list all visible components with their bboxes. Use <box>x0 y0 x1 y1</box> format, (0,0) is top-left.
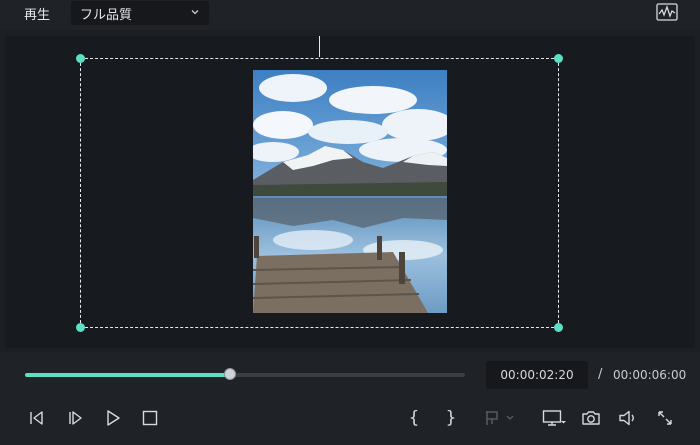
volume-button[interactable] <box>617 407 639 429</box>
playback-scrubber[interactable] <box>25 368 465 380</box>
total-time: 00:00:06:00 <box>613 368 687 382</box>
center-guide <box>319 36 320 57</box>
play-button[interactable] <box>102 407 124 429</box>
next-frame-icon <box>69 411 82 425</box>
stop-button[interactable] <box>139 407 161 429</box>
marker-icon <box>486 411 514 425</box>
video-frame-image <box>253 70 447 313</box>
resize-handle-bottom-left[interactable] <box>76 323 85 332</box>
scrubber-handle[interactable] <box>223 368 236 380</box>
play-icon <box>107 410 120 426</box>
mark-out-icon: } <box>445 408 457 428</box>
mark-in-icon: { <box>408 408 420 428</box>
stop-icon <box>142 410 158 426</box>
previous-frame-button[interactable] <box>26 407 48 429</box>
display-icon <box>542 410 566 426</box>
mark-out-button[interactable]: } <box>440 407 462 429</box>
resize-handle-bottom-right[interactable] <box>554 323 563 332</box>
quality-value: フル品質 <box>80 8 133 23</box>
camera-icon <box>582 411 600 425</box>
time-separator: / <box>598 367 603 382</box>
chevron-down-icon <box>191 10 199 15</box>
play-label: 再生 <box>24 8 51 23</box>
playback-progress <box>25 373 230 377</box>
quality-dropdown[interactable]: フル品質 <box>71 1 209 25</box>
resize-handle-top-right[interactable] <box>554 54 563 63</box>
mark-in-button[interactable]: { <box>403 407 425 429</box>
next-frame-button[interactable] <box>64 407 86 429</box>
current-time-field[interactable]: 00:00:02:20 <box>486 361 588 389</box>
top-bar: 再生 フル品質 <box>0 0 700 30</box>
preview-canvas[interactable] <box>5 36 695 348</box>
waveform-icon[interactable] <box>656 3 678 21</box>
fullscreen-button[interactable] <box>654 407 676 429</box>
marker-dropdown[interactable] <box>478 407 522 429</box>
resize-handle-top-left[interactable] <box>76 54 85 63</box>
fullscreen-icon <box>658 411 672 425</box>
display-button[interactable] <box>540 407 568 429</box>
playback-controls: 00:00:02:20 / 00:00:06:00 { } <box>0 352 700 445</box>
volume-icon <box>619 410 634 426</box>
previous-frame-icon <box>30 411 43 425</box>
snapshot-button[interactable] <box>580 407 602 429</box>
